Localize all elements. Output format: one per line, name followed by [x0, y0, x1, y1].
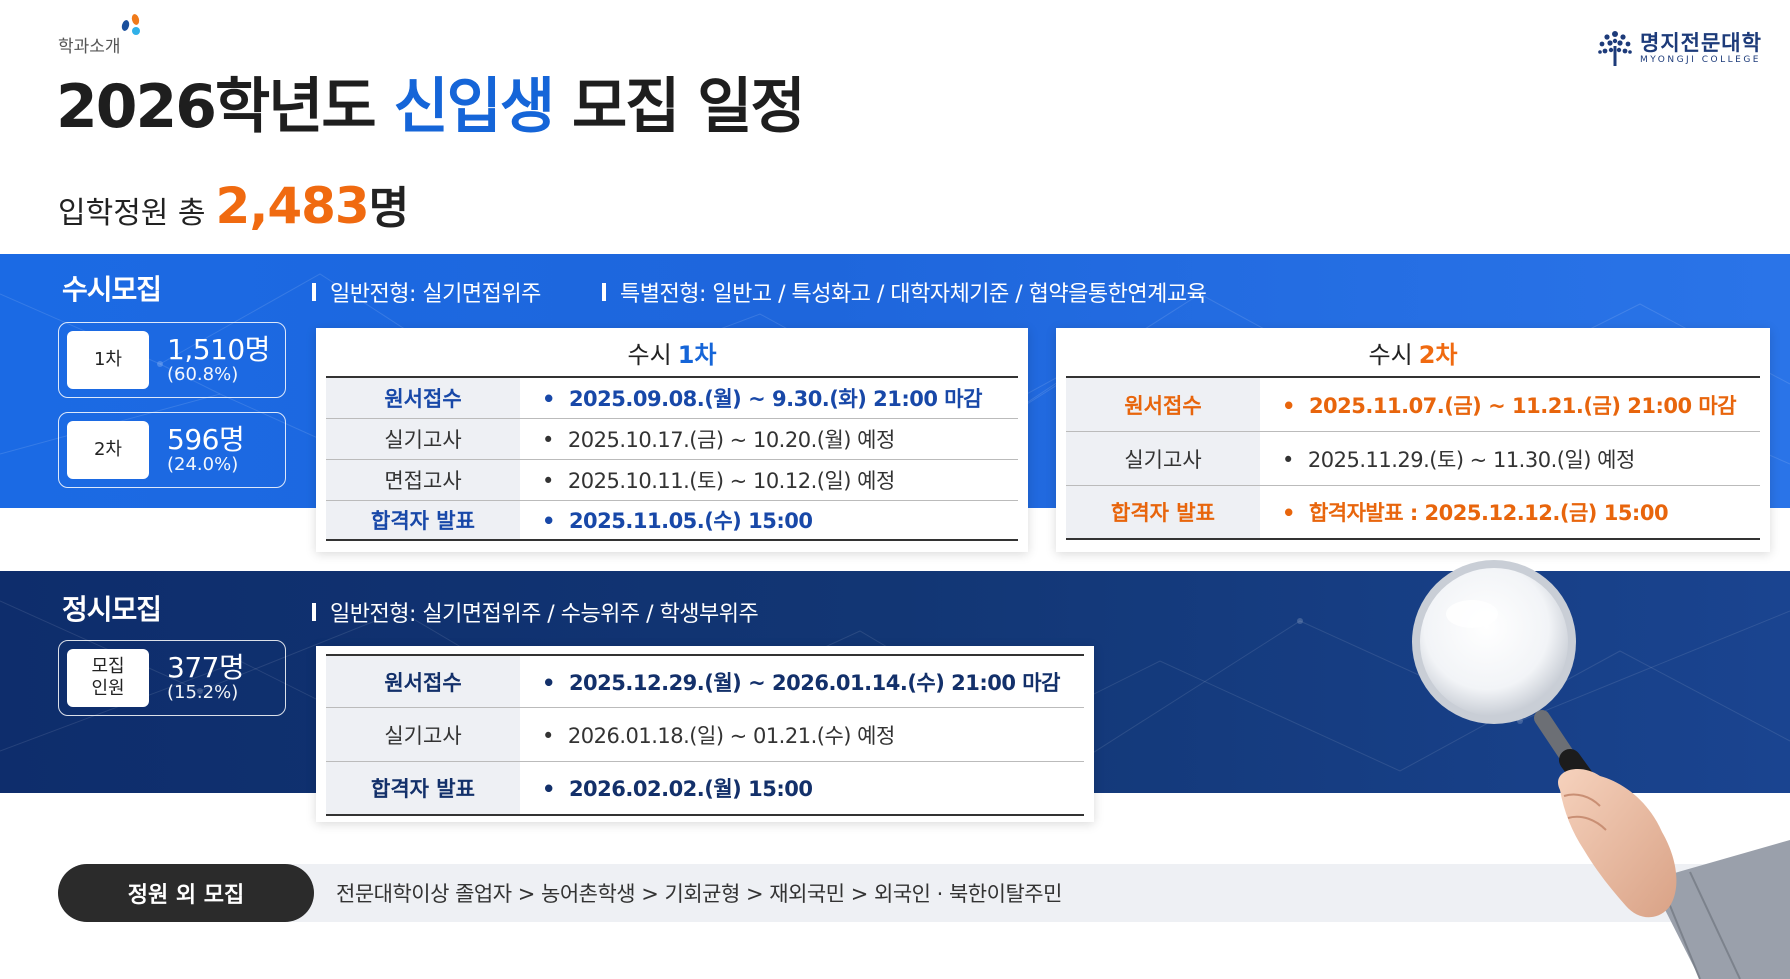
jeongsi-title: 정시모집 [62, 593, 162, 626]
college-name-en: MYONGJI COLLEGE [1640, 55, 1761, 65]
susi-quota-round2: 2차 596명 (24.0%) [58, 412, 286, 488]
susi-meta-general-text: 일반전형: 실기면접위주 [330, 282, 541, 307]
quota-chip-line2: 인원 [91, 678, 125, 699]
quota-percent: (15.2%) [167, 682, 239, 703]
row-value: 2025.12.29.(월) ~ 2026.01.14.(수) 21:00 마감 [520, 667, 1084, 697]
schedule-row: 실기고사 2026.01.18.(일) ~ 01.21.(수) 예정 [326, 708, 1084, 762]
jeongsi-quota: 모집 인원 377명 (15.2%) [58, 640, 286, 716]
row-label: 실기고사 [326, 708, 520, 761]
susi-meta-special: 특별전형: 일반고 / 특성화고 / 대학자체기준 / 협약을통한연계교육 [602, 276, 1207, 308]
row-label: 합격자 발표 [326, 762, 520, 814]
schedule-row: 원서접수 2025.09.08.(월) ~ 9.30.(화) 21:00 마감 [326, 378, 1018, 419]
quota-chip-line1: 모집 [91, 656, 125, 677]
quota-chip: 모집 인원 [67, 649, 149, 707]
total-quota-unit: 명 [368, 183, 410, 234]
jeongsi-meta-general-text: 일반전형: 실기면접위주 / 수능위주 / 학생부위주 [330, 602, 759, 627]
row-label: 실기고사 [1066, 432, 1260, 485]
extra-recruitment-text: 전문대학이상 졸업자 > 농어촌학생 > 기회균형 > 재외국민 > 외국인 ·… [336, 882, 1062, 906]
row-label: 실기고사 [326, 419, 520, 459]
susi-meta-general: 일반전형: 실기면접위주 [312, 276, 541, 308]
susi-round2-card: 수시2차 원서접수 2025.11.07.(금) ~ 11.21.(금) 21:… [1056, 328, 1770, 552]
card-heading-accent: 1차 [677, 340, 717, 369]
card-heading-prefix: 수시 [1368, 340, 1413, 369]
schedule-row: 합격자 발표 2025.11.05.(수) 15:00 [326, 501, 1018, 541]
college-logo: 명지전문대학 MYONGJI COLLEGE [1596, 28, 1762, 68]
susi-quota-round1: 1차 1,510명 (60.8%) [58, 322, 286, 398]
section-tag-dots-icon [120, 13, 150, 40]
jeongsi-card: 원서접수 2025.12.29.(월) ~ 2026.01.14.(수) 21:… [316, 646, 1094, 822]
row-value: 2025.10.11.(토) ~ 10.12.(일) 예정 [520, 465, 1018, 495]
total-quota-value: 2,483 [215, 177, 370, 235]
row-label: 합격자 발표 [326, 501, 520, 539]
susi-meta-special-text: 특별전형: 일반고 / 특성화고 / 대학자체기준 / 협약을통한연계교육 [620, 282, 1207, 307]
row-value: 2025.09.08.(월) ~ 9.30.(화) 21:00 마감 [520, 383, 1018, 413]
college-tree-logo-icon [1598, 31, 1632, 66]
section-tag: 학과소개 [58, 37, 121, 57]
quota-chip: 2차 [67, 421, 149, 479]
schedule-row: 면접고사 2025.10.11.(토) ~ 10.12.(일) 예정 [326, 460, 1018, 501]
page-title-prefix: 2026학년도 [56, 72, 394, 142]
schedule-row: 원서접수 2025.11.07.(금) ~ 11.21.(금) 21:00 마감 [1066, 378, 1760, 432]
total-quota: 입학정원 총 2,483 명 [58, 172, 409, 236]
total-quota-label: 입학정원 총 [58, 196, 206, 231]
page-title-accent: 신입생 [393, 72, 555, 142]
row-value: 2025.11.07.(금) ~ 11.21.(금) 21:00 마감 [1260, 390, 1760, 420]
row-value: 합격자발표 : 2025.12.12.(금) 15:00 [1260, 497, 1760, 527]
row-label: 원서접수 [326, 656, 520, 707]
page-title: 2026학년도 신입생 모집 일정 [56, 58, 806, 145]
susi-round1-heading: 수시 1차 [326, 328, 1018, 378]
row-label: 원서접수 [1066, 378, 1260, 431]
jeongsi-meta-general: 일반전형: 실기면접위주 / 수능위주 / 학생부위주 [312, 596, 759, 628]
card-heading-prefix: 수시 [627, 340, 672, 369]
extra-recruitment-pill: 정원 외 모집 [58, 864, 314, 922]
meta-bar-icon [312, 603, 316, 621]
quota-count: 377명 [167, 651, 245, 684]
schedule-row: 실기고사 2025.10.17.(금) ~ 10.20.(월) 예정 [326, 419, 1018, 460]
row-label: 면접고사 [326, 460, 520, 500]
row-value: 2025.11.29.(토) ~ 11.30.(일) 예정 [1260, 444, 1760, 474]
schedule-row: 합격자 발표 2026.02.02.(월) 15:00 [326, 762, 1084, 816]
schedule-row: 실기고사 2025.11.29.(토) ~ 11.30.(일) 예정 [1066, 432, 1760, 486]
susi-round1-card: 수시1차 원서접수 2025.09.08.(월) ~ 9.30.(화) 21:0… [316, 328, 1028, 552]
quota-count: 596명 [167, 423, 245, 456]
quota-count: 1,510명 [167, 333, 270, 366]
college-name-ko: 명지전문대학 [1640, 31, 1762, 55]
card-heading-accent: 2차 [1418, 340, 1458, 369]
magnifying-glass-hand-illustration-icon [1412, 560, 1790, 979]
quota-percent: (24.0%) [167, 454, 239, 475]
row-value: 2026.02.02.(월) 15:00 [520, 773, 1084, 803]
row-value: 2025.10.17.(금) ~ 10.20.(월) 예정 [520, 424, 1018, 454]
row-label: 원서접수 [326, 378, 520, 418]
susi-round2-heading: 수시 2차 [1066, 328, 1760, 378]
meta-bar-icon [602, 283, 606, 301]
susi-title: 수시모집 [62, 273, 162, 306]
quota-chip: 1차 [67, 331, 149, 389]
quota-percent: (60.8%) [167, 364, 239, 385]
schedule-row: 합격자 발표 합격자발표 : 2025.12.12.(금) 15:00 [1066, 486, 1760, 540]
row-label: 합격자 발표 [1066, 486, 1260, 538]
meta-bar-icon [312, 283, 316, 301]
page-title-suffix: 모집 일정 [553, 72, 806, 142]
schedule-row: 원서접수 2025.12.29.(월) ~ 2026.01.14.(수) 21:… [326, 654, 1084, 708]
row-value: 2026.01.18.(일) ~ 01.21.(수) 예정 [520, 720, 1084, 750]
row-value: 2025.11.05.(수) 15:00 [520, 505, 1018, 535]
